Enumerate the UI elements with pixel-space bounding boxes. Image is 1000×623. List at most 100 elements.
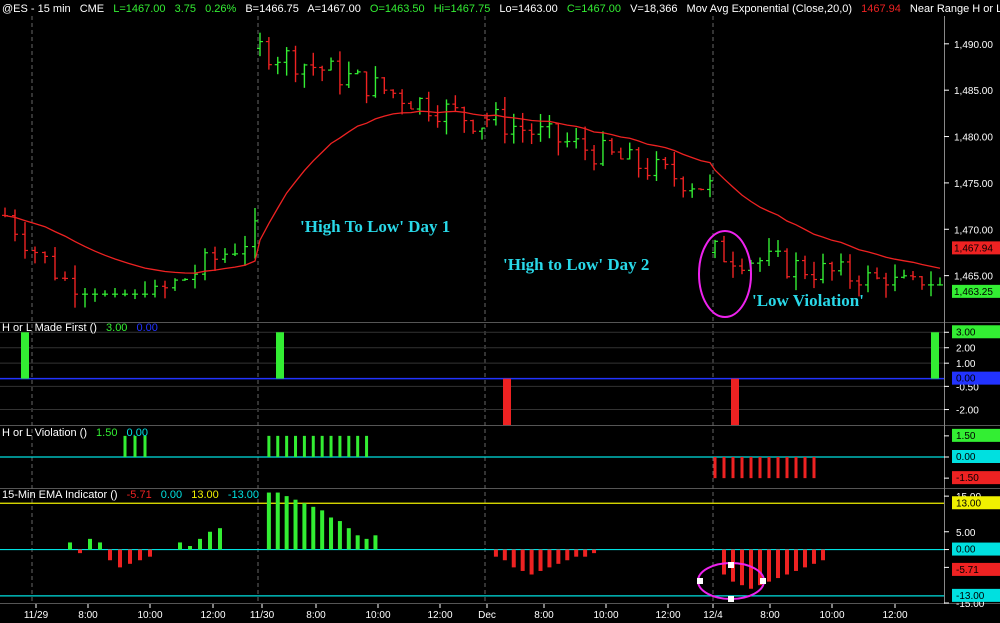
p3-hist-bar[interactable] bbox=[592, 549, 597, 554]
p1-event-bar[interactable] bbox=[276, 332, 284, 379]
p3-hist-bar[interactable] bbox=[329, 517, 334, 550]
p3-hist-bar[interactable] bbox=[767, 549, 771, 582]
selection-handle-top[interactable] bbox=[728, 562, 734, 568]
p3-hist-bar[interactable] bbox=[218, 528, 222, 550]
p3-hist-bar[interactable] bbox=[266, 492, 271, 550]
p3-hist-bar[interactable] bbox=[794, 549, 798, 571]
p2-bar[interactable] bbox=[311, 435, 315, 457]
p2-bar[interactable] bbox=[803, 457, 807, 479]
ema-indicator-panel[interactable] bbox=[0, 492, 944, 597]
p3-hist-bar[interactable] bbox=[538, 549, 543, 571]
p1-event-bar[interactable] bbox=[503, 378, 511, 425]
p3-hist-bar[interactable] bbox=[320, 510, 325, 550]
selection-handle-right[interactable] bbox=[760, 578, 766, 584]
p1-event-bar[interactable] bbox=[731, 378, 739, 425]
hl-violation-panel[interactable] bbox=[0, 435, 944, 479]
p2-bar[interactable] bbox=[767, 457, 771, 479]
p2-bar[interactable] bbox=[338, 435, 342, 457]
p2-bar[interactable] bbox=[356, 435, 360, 457]
p2-bar[interactable] bbox=[722, 457, 726, 479]
p3-hist-bar[interactable] bbox=[88, 538, 92, 550]
p2-bar[interactable] bbox=[776, 457, 780, 479]
p3-hist-bar[interactable] bbox=[337, 521, 342, 550]
p3-hist-bar[interactable] bbox=[821, 549, 825, 561]
p2-bar[interactable] bbox=[365, 435, 369, 457]
p3-hist-bar[interactable] bbox=[128, 549, 132, 564]
p3-hist-bar[interactable] bbox=[178, 542, 182, 550]
x-tick-label: 12/4 bbox=[703, 610, 723, 621]
p3-hist-bar[interactable] bbox=[311, 506, 316, 550]
p2-bar[interactable] bbox=[758, 457, 762, 479]
p3-hist-bar[interactable] bbox=[355, 535, 360, 550]
p3-hist-bar[interactable] bbox=[364, 538, 369, 550]
p2-bar[interactable] bbox=[794, 457, 798, 479]
p2-bar[interactable] bbox=[812, 457, 816, 479]
p3-hist-bar[interactable] bbox=[749, 549, 753, 589]
p2-bar[interactable] bbox=[785, 457, 789, 479]
p2-bar[interactable] bbox=[276, 435, 280, 457]
p3-hist-bar[interactable] bbox=[188, 546, 192, 550]
p3-tag-label: 13.00 bbox=[956, 498, 981, 509]
p2-bar[interactable] bbox=[749, 457, 753, 479]
p3-hist-bar[interactable] bbox=[275, 492, 280, 550]
p2-bar[interactable] bbox=[143, 435, 147, 457]
p3-hist-bar[interactable] bbox=[529, 549, 534, 575]
p2-bar[interactable] bbox=[123, 435, 127, 457]
price-tag-label: 1,463.25 bbox=[954, 287, 993, 298]
p2-bar[interactable] bbox=[285, 435, 289, 457]
p3-hist-bar[interactable] bbox=[78, 549, 82, 554]
p2-bar[interactable] bbox=[267, 435, 271, 457]
p3-hist-bar[interactable] bbox=[198, 538, 202, 550]
p3-hist-bar[interactable] bbox=[574, 549, 579, 557]
p1-event-bar[interactable] bbox=[931, 332, 939, 379]
p3-hist-bar[interactable] bbox=[208, 531, 212, 550]
header-study1: Mov Avg Exponential (Close,20,0) bbox=[687, 3, 853, 15]
p2-bar[interactable] bbox=[347, 435, 351, 457]
p3-hist-bar[interactable] bbox=[812, 549, 816, 564]
chart-canvas[interactable]: @ES - 15 min CME L=1467.00 3.75 0.26% B=… bbox=[0, 0, 1000, 623]
p2-bar[interactable] bbox=[731, 457, 735, 479]
ema-line[interactable] bbox=[4, 110, 941, 274]
violation-highlight-ellipse bbox=[698, 230, 752, 318]
p3-hist-bar[interactable] bbox=[556, 549, 561, 564]
p3-hist-bar[interactable] bbox=[776, 549, 780, 579]
p3-hist-bar[interactable] bbox=[520, 549, 525, 571]
p3-hist-bar[interactable] bbox=[583, 549, 588, 557]
p3-hist-bar[interactable] bbox=[68, 542, 72, 550]
p3-hist-bar[interactable] bbox=[722, 549, 726, 575]
p3-hist-bar[interactable] bbox=[493, 549, 498, 557]
p3-hist-bar[interactable] bbox=[373, 535, 378, 550]
p3-hist-bar[interactable] bbox=[803, 549, 807, 568]
p1-event-bar[interactable] bbox=[21, 332, 29, 379]
hl-first-panel[interactable] bbox=[0, 332, 944, 425]
price-panel[interactable] bbox=[2, 32, 943, 308]
p3-hist-bar[interactable] bbox=[118, 549, 122, 568]
p3-hist-bar[interactable] bbox=[502, 549, 507, 561]
p3-hist-bar[interactable] bbox=[346, 528, 351, 550]
p3-hist-bar[interactable] bbox=[785, 549, 789, 575]
p3-hist-bar[interactable] bbox=[284, 496, 289, 550]
p3-hist-bar[interactable] bbox=[108, 549, 112, 561]
p3-hist-bar[interactable] bbox=[98, 542, 102, 550]
p3-hist-bar[interactable] bbox=[547, 549, 552, 568]
annotation-day1: 'High To Low' Day 1 bbox=[300, 217, 450, 236]
p2-bar[interactable] bbox=[133, 435, 137, 457]
p3-hist-bar[interactable] bbox=[302, 503, 307, 550]
p3-hist-bar[interactable] bbox=[565, 549, 570, 561]
p3-hist-bar[interactable] bbox=[148, 549, 152, 557]
header-study2: Near Range H or L (5) bbox=[910, 3, 1000, 15]
p2-bar[interactable] bbox=[329, 435, 333, 457]
selection-handle-bottom[interactable] bbox=[728, 596, 734, 602]
p2-bar[interactable] bbox=[302, 435, 306, 457]
ema-indicator-value1: -5.71 bbox=[127, 489, 152, 501]
p2-bar[interactable] bbox=[320, 435, 324, 457]
p3-hist-bar[interactable] bbox=[138, 549, 142, 561]
p2-bar[interactable] bbox=[740, 457, 744, 479]
p2-bar[interactable] bbox=[294, 435, 298, 457]
selection-handle-left[interactable] bbox=[697, 578, 703, 584]
p2-bar[interactable] bbox=[713, 457, 717, 479]
p3-hist-bar[interactable] bbox=[740, 549, 744, 586]
p3-y-tick-label: 5.00 bbox=[956, 528, 976, 539]
p3-hist-bar[interactable] bbox=[293, 499, 298, 550]
p3-hist-bar[interactable] bbox=[511, 549, 516, 568]
